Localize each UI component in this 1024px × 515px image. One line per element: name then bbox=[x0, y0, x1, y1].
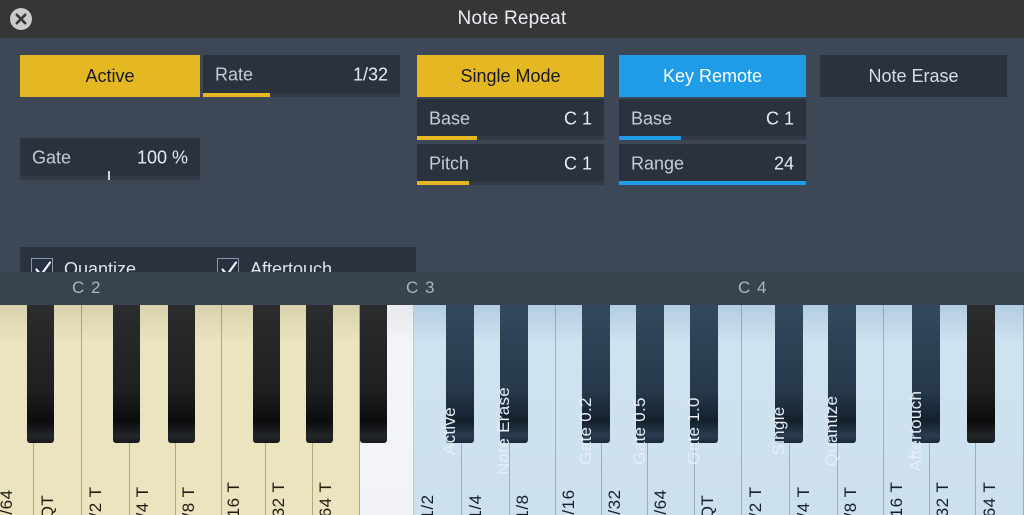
white-key-label: 1/2 T bbox=[745, 486, 765, 515]
rate-value: 1/32 bbox=[352, 64, 388, 85]
black-key-label: Active bbox=[440, 406, 459, 456]
piano-keyboard[interactable]: 1/64 QT 1/2 T 1/4 T 1/8 T 1/16 T 1/32 T 1/64 T 1… bbox=[0, 305, 1024, 515]
note-erase-label: Note Erase bbox=[868, 65, 959, 86]
rate-label: Rate bbox=[215, 64, 254, 85]
black-key-label: Single bbox=[769, 406, 788, 456]
key-remote-label: Key Remote bbox=[662, 65, 763, 86]
white-key-label: QT bbox=[698, 494, 717, 515]
remote-base-value: C 1 bbox=[765, 107, 794, 128]
remote-base-slider-fill bbox=[619, 136, 681, 140]
white-key-label: 1/16 T bbox=[886, 481, 906, 515]
black-key[interactable]: Gate 0.5 bbox=[630, 305, 664, 465]
note-repeat-window: Note Repeat Active Rate 1/32 Gate 100 % … bbox=[0, 0, 1024, 515]
single-base-slider-fill bbox=[417, 136, 477, 140]
remote-range-value: 24 bbox=[773, 152, 794, 173]
remote-range-label: Range bbox=[631, 152, 685, 173]
white-key-label: 1/4 bbox=[465, 494, 485, 515]
note-erase-button[interactable]: Note Erase bbox=[820, 55, 1007, 97]
white-key-label: 1/4 T bbox=[793, 486, 813, 515]
octave-label: C 3 bbox=[406, 278, 436, 297]
black-key[interactable]: Quantize bbox=[822, 305, 856, 466]
page-title: Note Repeat bbox=[457, 8, 567, 29]
remote-range-slider-fill bbox=[619, 181, 806, 185]
black-key[interactable] bbox=[967, 305, 995, 443]
white-key-label: 1/2 bbox=[417, 494, 437, 515]
black-key-label: Gate 0.5 bbox=[630, 397, 649, 465]
controls-panel: Active Rate 1/32 Gate 100 % Single Mode … bbox=[0, 38, 1024, 291]
gate-slider-track[interactable] bbox=[20, 176, 200, 180]
black-key[interactable] bbox=[253, 305, 280, 443]
gate-value: 100 % bbox=[136, 147, 188, 168]
black-key[interactable]: Gate 1.0 bbox=[684, 305, 718, 465]
active-toggle[interactable]: Active bbox=[20, 55, 200, 97]
white-key-label: 1/2 T bbox=[85, 486, 105, 515]
white-key-label: 1/32 T bbox=[932, 481, 952, 515]
remote-base-field[interactable]: Base C 1 bbox=[619, 99, 806, 140]
white-key-label: 1/64 T bbox=[979, 481, 999, 515]
black-key[interactable]: Active bbox=[440, 305, 474, 455]
octave-label: C 4 bbox=[738, 278, 768, 297]
black-key[interactable] bbox=[360, 305, 387, 443]
remote-range-field[interactable]: Range 24 bbox=[619, 144, 806, 185]
white-key-label: 1/8 bbox=[512, 494, 532, 515]
rate-slider-fill bbox=[203, 93, 270, 97]
octave-label: C 2 bbox=[72, 278, 102, 297]
single-pitch-slider-fill bbox=[417, 181, 470, 185]
rate-field[interactable]: Rate 1/32 bbox=[203, 55, 400, 97]
white-key-label: 1/8 T bbox=[178, 486, 198, 515]
black-key[interactable] bbox=[306, 305, 333, 443]
black-key[interactable] bbox=[168, 305, 195, 443]
white-key-label: 1/64 T bbox=[316, 481, 335, 515]
single-base-value: C 1 bbox=[563, 107, 592, 128]
window-titlebar: Note Repeat bbox=[0, 0, 1024, 38]
single-pitch-label: Pitch bbox=[429, 152, 470, 173]
white-key-label: 1/4 T bbox=[132, 486, 152, 515]
active-toggle-label: Active bbox=[85, 65, 135, 86]
single-base-field[interactable]: Base C 1 bbox=[417, 99, 604, 140]
white-key-label: QT bbox=[37, 494, 57, 515]
black-key-label: Quantize bbox=[822, 395, 841, 467]
black-key[interactable]: Note Erase bbox=[494, 305, 528, 475]
black-key[interactable]: Gate 0.2 bbox=[576, 305, 610, 465]
black-key[interactable]: Aftertouch bbox=[906, 305, 940, 471]
white-key-label: 1/8 T bbox=[840, 486, 860, 515]
white-key-label: 1/64 bbox=[0, 489, 16, 515]
black-key-label: Aftertouch bbox=[906, 390, 925, 472]
black-key[interactable]: Single bbox=[769, 305, 803, 456]
gate-slider-notch bbox=[108, 171, 110, 180]
black-key-label: Gate 0.2 bbox=[576, 397, 595, 465]
gate-label: Gate bbox=[32, 147, 72, 168]
key-remote-toggle[interactable]: Key Remote bbox=[619, 55, 806, 97]
single-base-label: Base bbox=[429, 107, 471, 128]
keyboard-octave-ruler: C 2 C 3 C 4 bbox=[0, 272, 1024, 306]
single-pitch-value: C 1 bbox=[563, 152, 592, 173]
black-key[interactable] bbox=[27, 305, 54, 443]
white-key-label: 1/16 T bbox=[223, 481, 243, 515]
black-key-label: Gate 1.0 bbox=[684, 397, 703, 465]
black-key-label: Note Erase bbox=[494, 386, 513, 476]
white-key-label: 1/16 bbox=[558, 489, 578, 515]
single-mode-label: Single Mode bbox=[460, 65, 561, 86]
single-mode-toggle[interactable]: Single Mode bbox=[417, 55, 604, 97]
white-key-label: 1/32 bbox=[604, 489, 624, 515]
black-key[interactable] bbox=[113, 305, 140, 443]
gate-field[interactable]: Gate 100 % bbox=[20, 138, 200, 180]
white-key-label: 1/64 bbox=[651, 489, 670, 515]
remote-base-label: Base bbox=[631, 107, 673, 128]
white-key-label: 1/32 T bbox=[269, 481, 288, 515]
single-pitch-field[interactable]: Pitch C 1 bbox=[417, 144, 604, 185]
